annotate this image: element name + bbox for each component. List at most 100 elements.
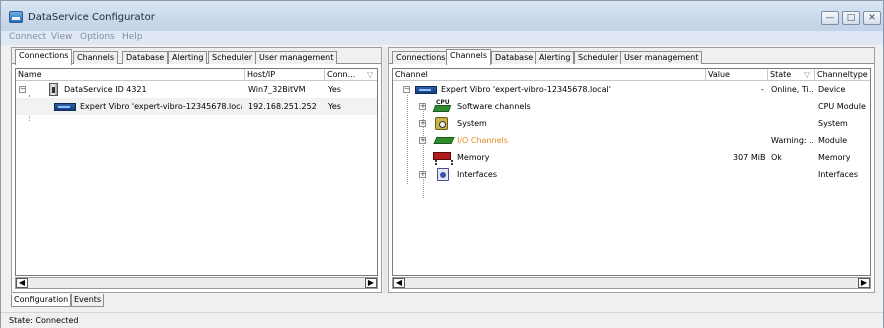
right-tab-alerting[interactable]: Alerting — [535, 51, 575, 64]
row-host: Win7_32BitVM — [248, 85, 306, 94]
app-window: DataService Configurator — □ ✕ Connect V… — [0, 0, 884, 328]
pane-splitter[interactable] — [383, 47, 387, 293]
right-tab-database[interactable]: Database — [491, 51, 538, 64]
memory-icon — [433, 152, 453, 163]
column-header-value[interactable]: Value — [706, 69, 768, 81]
left-tabstrip: Connections Channels Database Alerting S… — [12, 48, 381, 65]
table-row[interactable]: + Interfaces Interfaces — [393, 166, 870, 183]
table-header: Channel Value State ▽ Channeltype — [393, 69, 870, 81]
scroll-right-icon[interactable]: ▶ — [858, 278, 870, 288]
column-header-host[interactable]: Host/IP — [245, 69, 325, 81]
left-tab-connections[interactable]: Connections — [15, 49, 73, 65]
io-card-icon — [433, 137, 455, 144]
table-row[interactable]: − DataService ID 4321 Win7_32BitVM Yes — [16, 81, 377, 98]
right-pane: Connections Channels Database Alerting S… — [388, 47, 875, 293]
horizontal-scrollbar[interactable]: ◀ ▶ — [392, 277, 871, 289]
scroll-right-icon[interactable]: ▶ — [365, 278, 377, 288]
collapse-icon[interactable]: − — [19, 86, 26, 93]
left-tab-alerting[interactable]: Alerting — [168, 51, 208, 64]
close-button[interactable]: ✕ — [863, 11, 881, 25]
scroll-left-icon[interactable]: ◀ — [393, 278, 405, 288]
table-row[interactable]: − Expert Vibro 'expert-vibro-12345678.lo… — [393, 81, 870, 98]
row-channeltype: Module — [818, 136, 848, 145]
expand-icon[interactable]: + — [419, 171, 426, 178]
table-row[interactable]: + System System — [393, 115, 870, 132]
row-name: DataService ID 4321 — [64, 85, 147, 94]
column-header-state[interactable]: State ▽ — [768, 69, 815, 81]
left-tab-scheduler[interactable]: Scheduler — [208, 51, 257, 64]
row-channeltype: Memory — [818, 153, 851, 162]
left-tab-database[interactable]: Database — [122, 51, 169, 64]
cpu-icon: CPU — [432, 99, 452, 113]
table-row[interactable]: + CPU Software channels CPU Module — [393, 98, 870, 115]
maximize-button[interactable]: □ — [842, 11, 860, 25]
menu-options[interactable]: Options — [80, 32, 115, 42]
title-bar[interactable]: DataService Configurator — □ ✕ — [1, 1, 883, 31]
expand-icon[interactable]: + — [419, 137, 426, 144]
row-channeltype: Interfaces — [818, 170, 858, 179]
expand-icon[interactable]: + — [419, 103, 426, 110]
column-header-channeltype[interactable]: Channeltype — [815, 69, 870, 81]
device-icon — [54, 103, 76, 111]
column-header-conn[interactable]: Conn... ▽ — [325, 69, 377, 81]
row-channeltype: System — [818, 119, 848, 128]
row-host: 192.168.251.252 — [248, 102, 317, 111]
row-channel: I/O Channels — [457, 136, 508, 145]
row-channeltype: Device — [818, 85, 846, 94]
row-channel: Memory — [457, 153, 490, 162]
table-row[interactable]: Expert Vibro 'expert-vibro-12345678.loca… — [16, 98, 377, 115]
tab-events[interactable]: Events — [71, 294, 105, 307]
horizontal-scrollbar[interactable]: ◀ ▶ — [15, 277, 378, 289]
left-tab-channels[interactable]: Channels — [73, 51, 119, 64]
minimize-button[interactable]: — — [821, 11, 839, 25]
menu-view[interactable]: View — [51, 32, 72, 42]
right-tab-user-management[interactable]: User management — [620, 51, 703, 64]
row-channeltype: CPU Module — [818, 102, 866, 111]
row-value: - — [761, 85, 764, 94]
menu-connect[interactable]: Connect — [9, 32, 46, 42]
right-tab-scheduler[interactable]: Scheduler — [574, 51, 623, 64]
column-header-channel[interactable]: Channel — [393, 69, 706, 81]
row-state: Online, Ti... — [771, 85, 813, 94]
expand-icon[interactable]: + — [419, 120, 426, 127]
interfaces-icon — [437, 168, 449, 181]
connections-table[interactable]: Name Host/IP Conn... ▽ − DataService ID … — [15, 68, 378, 276]
row-state: Ok — [771, 153, 782, 162]
system-icon — [435, 117, 448, 130]
row-name: Expert Vibro 'expert-vibro-12345678.loca… — [80, 102, 242, 111]
collapse-icon[interactable]: − — [403, 86, 410, 93]
sort-icon: ▽ — [367, 70, 374, 79]
table-header: Name Host/IP Conn... ▽ — [16, 69, 377, 81]
row-channel: Expert Vibro 'expert-vibro-12345678.loca… — [441, 85, 611, 94]
status-text: State: Connected — [9, 316, 79, 325]
status-bar: State: Connected — [1, 312, 883, 328]
channels-table[interactable]: Channel Value State ▽ Channeltype − Expe… — [392, 68, 871, 276]
menu-bar: Connect View Options Help — [1, 31, 883, 45]
cpu-chip-icon — [432, 105, 452, 112]
left-pane: Connections Channels Database Alerting S… — [11, 47, 382, 293]
menu-help[interactable]: Help — [122, 32, 143, 42]
column-header-conn-label: Conn... — [327, 70, 356, 79]
row-conn: Yes — [328, 85, 341, 94]
right-tab-connections[interactable]: Connections — [392, 51, 450, 64]
column-header-state-label: State — [770, 70, 792, 79]
row-channel: Software channels — [457, 102, 531, 111]
table-row[interactable]: Memory 307 MiB Ok Memory — [393, 149, 870, 166]
row-state: Warning: ... — [771, 136, 813, 145]
device-icon — [415, 86, 437, 94]
row-value: 307 MiB — [733, 153, 766, 162]
row-channel: System — [457, 119, 487, 128]
column-header-name[interactable]: Name — [16, 69, 245, 81]
scroll-left-icon[interactable]: ◀ — [16, 278, 28, 288]
row-conn: Yes — [328, 102, 341, 111]
row-channel: Interfaces — [457, 170, 497, 179]
tab-configuration[interactable]: Configuration — [11, 294, 72, 307]
table-row[interactable]: + I/O Channels Warning: ... Module — [393, 132, 870, 149]
right-tabstrip: Connections Channels Database Alerting S… — [389, 48, 874, 65]
server-icon — [49, 83, 58, 96]
window-title: DataService Configurator — [28, 12, 155, 23]
left-tab-user-management[interactable]: User management — [255, 51, 338, 64]
right-tab-channels[interactable]: Channels — [446, 49, 492, 65]
sort-icon: ▽ — [804, 70, 811, 79]
app-icon — [9, 11, 23, 23]
